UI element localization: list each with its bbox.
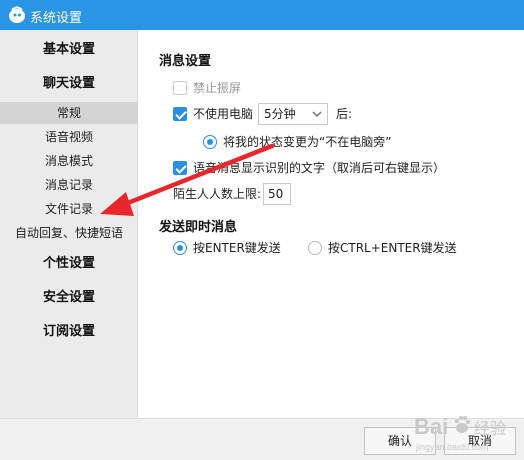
away-duration-select[interactable]: 5分钟 [258, 103, 328, 125]
disable-shake-checkbox[interactable] [173, 81, 187, 95]
sidebar-item-auto-reply[interactable]: 自动回复、快捷短语 [0, 222, 138, 244]
sidebar-category-basic[interactable]: 基本设置 [0, 38, 138, 62]
app-logo-icon [9, 6, 25, 23]
sidebar-item-general[interactable]: 常规 [0, 102, 138, 124]
dialog-footer: 确认 取消 [0, 418, 524, 460]
sidebar-item-message-history[interactable]: 消息记录 [0, 174, 138, 196]
sidebar-category-personal[interactable]: 个性设置 [0, 252, 138, 276]
disable-shake-label: 禁止振屏 [193, 81, 242, 95]
send-settings-title: 发送即时消息 [159, 220, 238, 235]
away-status-radio[interactable] [203, 135, 217, 149]
send-ctrl-enter-radio[interactable] [308, 241, 322, 255]
settings-panel: 消息设置 禁止振屏 不使用电脑 5分钟 后: 将我的状态变更为“不在电脑旁” 语… [139, 30, 524, 418]
send-enter-radio[interactable] [173, 241, 187, 255]
away-suffix: 后: [336, 107, 353, 121]
stranger-limit-label: 陌生人人数上限: [173, 187, 262, 201]
stranger-limit-input[interactable]: 50 [263, 183, 291, 205]
send-enter-label: 按ENTER键发送 [193, 241, 281, 255]
voice-text-label: 语音消息显示识别的文字（取消后可右键显示） [193, 161, 446, 175]
chevron-down-icon [312, 111, 322, 117]
ok-button[interactable]: 确认 [364, 427, 436, 455]
settings-sidebar: 基本设置 聊天设置 常规 语音视频 消息模式 消息记录 文件记录 自动回复、快捷… [0, 30, 138, 418]
cancel-button[interactable]: 取消 [444, 427, 516, 455]
message-settings-title: 消息设置 [159, 54, 212, 69]
title-bar: 系统设置 [0, 0, 524, 30]
sidebar-category-security[interactable]: 安全设置 [0, 286, 138, 310]
sidebar-item-file-history[interactable]: 文件记录 [0, 198, 138, 220]
window-title: 系统设置 [30, 11, 83, 26]
away-checkbox[interactable] [173, 107, 187, 121]
sidebar-item-voice-video[interactable]: 语音视频 [0, 126, 138, 148]
away-status-label: 将我的状态变更为“不在电脑旁” [223, 135, 392, 149]
sidebar-category-subscription[interactable]: 订阅设置 [0, 320, 138, 344]
away-label: 不使用电脑 [193, 107, 254, 121]
sidebar-item-message-mode[interactable]: 消息模式 [0, 150, 138, 172]
sidebar-category-chat[interactable]: 聊天设置 [0, 72, 138, 96]
voice-text-checkbox[interactable] [173, 161, 187, 175]
away-duration-value: 5分钟 [264, 107, 296, 121]
send-ctrl-enter-label: 按CTRL+ENTER键发送 [328, 241, 457, 255]
